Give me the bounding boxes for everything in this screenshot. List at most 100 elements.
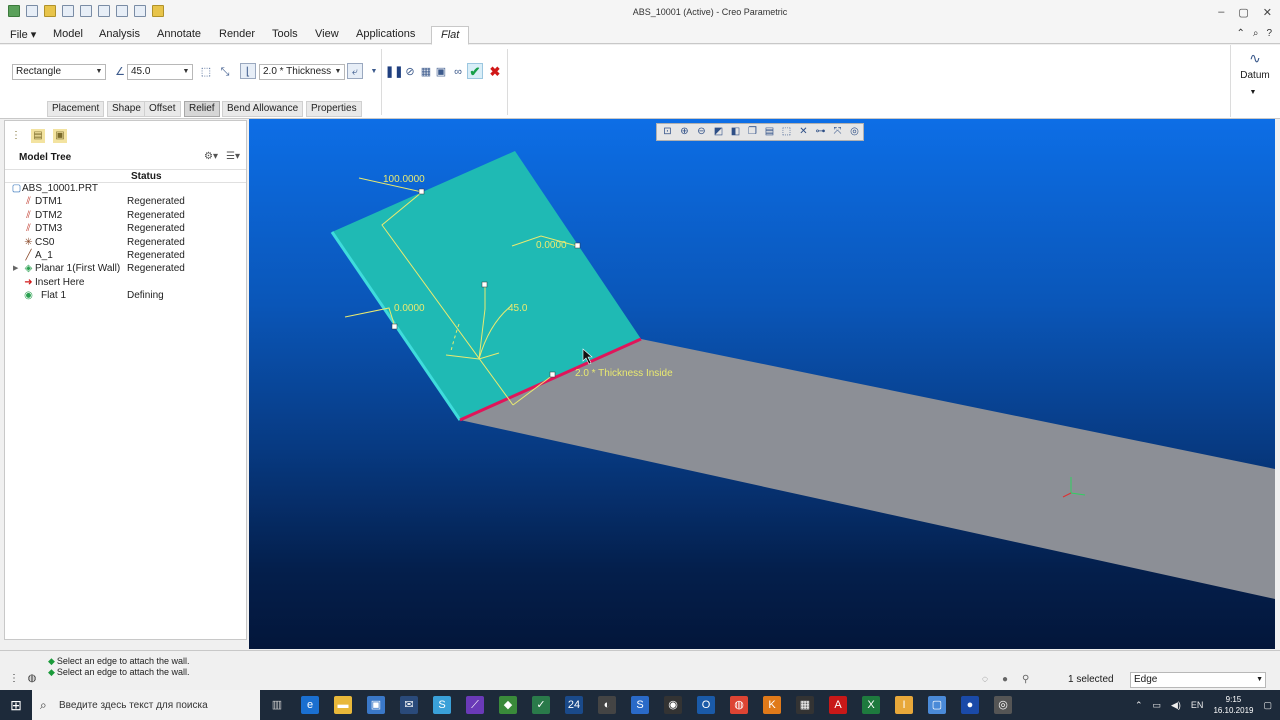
show-browser-icon[interactable]: ◍ bbox=[26, 673, 38, 685]
zoom-in-icon[interactable]: ⊕ bbox=[677, 125, 692, 139]
dim-offset-side-text[interactable]: 0.0000 bbox=[394, 303, 425, 314]
clock[interactable]: 9:15 16.10.2019 bbox=[1213, 694, 1253, 716]
drag-handle[interactable] bbox=[574, 242, 581, 249]
selection-filter-select[interactable]: Edge ▼ bbox=[1130, 672, 1266, 688]
tab-view[interactable]: View bbox=[311, 27, 343, 41]
zoom-out-icon[interactable]: ⊖ bbox=[694, 125, 709, 139]
tree-settings-icon[interactable]: ☰▾ bbox=[226, 151, 240, 162]
taskbar-search[interactable]: ⌕ Введите здесь текст для поиска bbox=[32, 690, 260, 720]
edge-browser-icon[interactable]: e bbox=[301, 696, 319, 714]
store-icon[interactable]: ▣ bbox=[367, 696, 385, 714]
angle-input[interactable]: 45.0 ▼ bbox=[127, 64, 193, 80]
subtab-properties[interactable]: Properties bbox=[306, 101, 362, 117]
show-navigator-icon[interactable]: ⋮ bbox=[8, 673, 20, 685]
search-icon[interactable]: ⌕ bbox=[1253, 28, 1259, 39]
app-icon[interactable]: S bbox=[631, 696, 649, 714]
app-icon[interactable]: ● bbox=[961, 696, 979, 714]
bend-radius-input[interactable]: 2.0 * Thickness ▼ bbox=[259, 64, 345, 80]
file-explorer-icon[interactable]: ▬ bbox=[334, 696, 352, 714]
task-view-icon[interactable]: ▥ bbox=[268, 696, 286, 714]
folder-browser-icon[interactable]: ▤ bbox=[31, 129, 45, 143]
no-preview-icon[interactable]: ⊘ bbox=[402, 64, 418, 80]
tab-applications[interactable]: Applications bbox=[352, 27, 419, 41]
glasses-icon[interactable]: ∞ bbox=[450, 64, 466, 80]
drag-handle[interactable] bbox=[481, 281, 488, 288]
tree-item[interactable]: ╱ A_1 Regenerated bbox=[5, 250, 246, 263]
tab-tools[interactable]: Tools bbox=[268, 27, 302, 41]
dim-angle-text[interactable]: 45.0 bbox=[508, 303, 528, 314]
relief-type-select[interactable]: Rectangle ▼ bbox=[12, 64, 106, 80]
flip-side-icon[interactable]: ⤡ bbox=[217, 64, 233, 80]
flip-angle-icon[interactable]: ⬚ bbox=[198, 64, 214, 80]
model-tree-tab-icon[interactable]: ⋮ bbox=[9, 129, 23, 143]
tab-annotate[interactable]: Annotate bbox=[153, 27, 205, 41]
close-icon[interactable]: ✕ bbox=[1263, 6, 1272, 19]
repaint-icon[interactable]: ◩ bbox=[711, 125, 726, 139]
tab-render[interactable]: Render bbox=[215, 27, 259, 41]
confirm-icon[interactable]: ✔ bbox=[467, 63, 483, 79]
perspective-icon[interactable]: ⬚ bbox=[779, 125, 794, 139]
subtab-placement[interactable]: Placement bbox=[47, 101, 105, 117]
creo-icon[interactable]: ▢ bbox=[928, 696, 946, 714]
visual-studio-icon[interactable]: ⟋ bbox=[466, 696, 484, 714]
cancel-icon[interactable]: ✖ bbox=[487, 64, 503, 80]
language-indicator[interactable]: EN bbox=[1191, 700, 1204, 710]
radius-side-icon[interactable]: ⤶ bbox=[347, 63, 363, 79]
dim-width-text[interactable]: 100.0000 bbox=[383, 174, 425, 185]
minimize-icon[interactable]: – bbox=[1218, 6, 1224, 19]
help-icon[interactable]: ? bbox=[1266, 28, 1272, 39]
app-icon[interactable]: ◆ bbox=[499, 696, 517, 714]
skype-icon[interactable]: S bbox=[433, 696, 451, 714]
datum-button[interactable]: ∿ Datum ▼ bbox=[1230, 45, 1278, 117]
tree-item[interactable]: ➜ Insert Here bbox=[5, 277, 246, 290]
subtab-bend-allowance[interactable]: Bend Allowance bbox=[222, 101, 304, 117]
saved-orientations-icon[interactable]: ❐ bbox=[745, 125, 760, 139]
datum-display-icon[interactable]: ✕ bbox=[796, 125, 811, 139]
app-badge-icon[interactable]: 24 bbox=[565, 696, 583, 714]
app-icon[interactable]: ✓ bbox=[532, 696, 550, 714]
app-icon[interactable]: ◐ bbox=[598, 696, 616, 714]
tree-item[interactable]: ▶ ◈ Planar 1(First Wall) Regenerated bbox=[5, 263, 246, 276]
subtab-offset[interactable]: Offset bbox=[144, 101, 181, 117]
preview-icon[interactable]: ▦ bbox=[418, 64, 434, 80]
dim-offset-top-text[interactable]: 0.0000 bbox=[536, 240, 567, 251]
tab-file[interactable]: File ▾ bbox=[6, 27, 40, 42]
display-style-icon[interactable]: ◧ bbox=[728, 125, 743, 139]
regen-status-icon[interactable]: ◌ bbox=[982, 674, 988, 685]
tree-item[interactable]: ⫽ DTM2 Regenerated bbox=[5, 210, 246, 223]
tab-model[interactable]: Model bbox=[49, 27, 87, 41]
tab-flat[interactable]: Flat bbox=[431, 26, 470, 45]
dim-radius-text[interactable]: 2.0 * Thickness Inside bbox=[575, 368, 673, 379]
media-icon[interactable]: ▦ bbox=[796, 696, 814, 714]
shading-icon[interactable]: ◎ bbox=[847, 125, 862, 139]
app-icon[interactable]: K bbox=[763, 696, 781, 714]
verify-icon[interactable]: ▣ bbox=[433, 64, 449, 80]
find-icon[interactable]: ⚲ bbox=[1022, 674, 1029, 685]
refit-icon[interactable]: ⊡ bbox=[660, 125, 675, 139]
maximize-icon[interactable]: ▢ bbox=[1238, 6, 1248, 19]
favorites-icon[interactable]: ▣ bbox=[53, 129, 67, 143]
network-icon[interactable]: ▭ bbox=[1152, 700, 1161, 711]
tray-chevron-icon[interactable]: ⌃ bbox=[1135, 700, 1143, 711]
subtab-shape[interactable]: Shape bbox=[107, 101, 146, 117]
chevron-down-icon[interactable]: ▼ bbox=[366, 64, 382, 80]
drag-handle[interactable] bbox=[391, 323, 398, 330]
pdf-reader-icon[interactable]: A bbox=[829, 696, 847, 714]
windows-start-icon[interactable]: ⊞ bbox=[8, 697, 24, 713]
drag-handle[interactable] bbox=[549, 371, 556, 378]
graphics-window[interactable]: 100.0000 0.0000 0.0000 45.0 2.0 * Thickn… bbox=[249, 119, 1275, 649]
tree-filter-icon[interactable]: ⚙▾ bbox=[204, 151, 218, 162]
app-icon[interactable]: I bbox=[895, 696, 913, 714]
volume-icon[interactable]: ◀) bbox=[1171, 700, 1181, 711]
pause-icon[interactable]: ❚❚ bbox=[385, 64, 403, 80]
tree-item[interactable]: ⫽ DTM3 Regenerated bbox=[5, 223, 246, 236]
chrome-icon[interactable]: ◍ bbox=[730, 696, 748, 714]
mail-icon[interactable]: ✉ bbox=[400, 696, 418, 714]
drag-handle[interactable] bbox=[418, 188, 425, 195]
notifications-icon[interactable]: ▢ bbox=[1263, 700, 1272, 711]
status-column-header[interactable]: Status bbox=[131, 171, 162, 182]
excel-icon[interactable]: X bbox=[862, 696, 880, 714]
collapse-ribbon-icon[interactable]: ⌃ bbox=[1236, 28, 1244, 39]
use-radius-icon[interactable]: ⌊ bbox=[240, 63, 256, 79]
app-icon[interactable]: ◉ bbox=[664, 696, 682, 714]
